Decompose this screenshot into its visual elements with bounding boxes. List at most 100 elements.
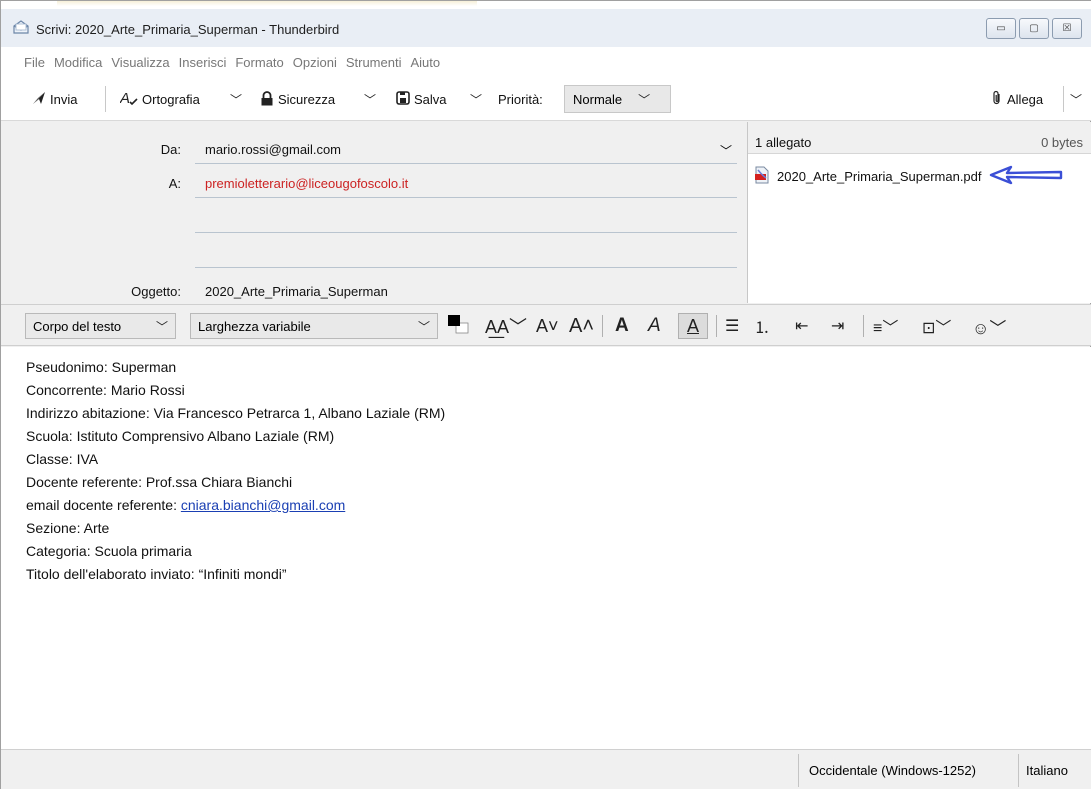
align-icon: ≡﹀ (873, 320, 899, 337)
subject-input[interactable]: 2020_Arte_Primaria_Superman (205, 284, 388, 299)
outdent-button[interactable]: ⇤ (795, 313, 808, 339)
priority-select[interactable]: Normale ﹀ (564, 85, 671, 113)
toolbar-divider (1063, 86, 1064, 112)
security-dropdown[interactable]: ﹀ (364, 88, 376, 110)
attachment-pane: 1 allegato 0 bytes 2020_Arte_Primaria_Su… (747, 122, 1091, 303)
bullet-list-icon: ☰ (725, 318, 740, 335)
bold-button[interactable]: A (615, 313, 629, 339)
underline-button[interactable]: A (678, 313, 708, 339)
empty-recipient-field[interactable] (195, 232, 737, 233)
save-dropdown[interactable]: ﹀ (470, 88, 482, 110)
chevron-down-icon: ﹀ (364, 92, 377, 107)
priority-label: Priorità: (498, 91, 543, 107)
menu-formato[interactable]: Formato (235, 55, 283, 70)
menu-inserisci[interactable]: Inserisci (179, 55, 227, 70)
body-line: Titolo dell'elaborato inviato: “Infiniti… (26, 566, 287, 582)
text-color-button[interactable] (447, 313, 469, 339)
outdent-icon: ⇤ (795, 318, 809, 335)
larger-text-button[interactable]: A˄ (569, 313, 594, 339)
menu-modifica[interactable]: Modifica (54, 55, 102, 70)
email-link[interactable]: cniara.bianchi@gmail.com (181, 497, 345, 513)
italic-button[interactable]: A (648, 313, 661, 339)
send-icon (32, 91, 46, 107)
attachment-count: 1 allegato (755, 135, 812, 150)
pdf-icon (754, 166, 770, 187)
attachment-filename: 2020_Arte_Primaria_Superman.pdf (777, 169, 982, 184)
spelling-label: Ortografia (142, 91, 200, 107)
menu-file[interactable]: File (24, 55, 45, 70)
attach-dropdown[interactable]: ﹀ (1070, 88, 1082, 110)
menu-visualizza[interactable]: Visualizza (111, 55, 169, 70)
language-status[interactable]: Italiano (1026, 763, 1068, 778)
email-label: email docente referente: (26, 497, 181, 513)
paperclip-icon (991, 90, 1003, 108)
underline-icon: A (686, 315, 699, 336)
format-toolbar: Corpo del testo ﹀ Larghezza variabile ﹀ … (1, 304, 1091, 346)
body-line-email: email docente referente: cniara.bianchi@… (26, 497, 345, 513)
message-body[interactable]: Pseudonimo: Superman Concorrente: Mario … (1, 347, 1091, 749)
format-divider (716, 315, 717, 337)
body-line: Sezione: Arte (26, 520, 110, 536)
align-button[interactable]: ≡﹀ (873, 313, 898, 339)
status-bar: Occidentale (Windows-1252) Italiano (1, 749, 1091, 789)
body-line: Indirizzo abitazione: Via Francesco Petr… (26, 405, 446, 421)
to-recipient[interactable]: premioletterario@liceougofoscolo.it (205, 176, 408, 191)
indent-button[interactable]: ⇥ (831, 313, 844, 339)
window-controls: ▭ ▢ ☒ (986, 18, 1082, 39)
chevron-down-icon: ﹀ (417, 319, 430, 334)
smaller-text-button[interactable]: A˅ (536, 313, 559, 339)
font-size-button[interactable]: A͟A﹀ (485, 313, 527, 339)
larger-text-icon: A˄ (569, 314, 595, 337)
maximize-button[interactable]: ▢ (1019, 18, 1049, 39)
body-line: Pseudonimo: Superman (26, 359, 177, 375)
font-size-icon: A͟A﹀ (485, 317, 528, 337)
indent-icon: ⇥ (831, 318, 845, 335)
numbered-list-button[interactable]: ⒈ (754, 313, 770, 339)
attach-label: Allega (1007, 91, 1044, 107)
bullet-list-button[interactable]: ☰ (725, 313, 739, 339)
security-button[interactable]: Sicurezza (260, 88, 335, 110)
toolbar-divider (105, 86, 106, 112)
chevron-down-icon: ﹀ (1070, 92, 1083, 107)
field-underline (195, 163, 737, 164)
chevron-down-icon[interactable]: ﹀ (720, 142, 732, 159)
menu-aiuto[interactable]: Aiuto (410, 55, 440, 70)
close-button[interactable]: ☒ (1052, 18, 1082, 39)
font-value: Larghezza variabile (198, 318, 311, 334)
paragraph-style-value: Corpo del testo (33, 318, 122, 334)
attachment-item[interactable]: 2020_Arte_Primaria_Superman.pdf (754, 165, 1063, 188)
chevron-down-icon: ﹀ (155, 319, 168, 334)
send-button[interactable]: Invia (32, 88, 77, 110)
menu-opzioni[interactable]: Opzioni (293, 55, 337, 70)
status-divider (798, 754, 799, 787)
bold-icon: A (615, 315, 629, 336)
attach-button[interactable]: Allega (991, 88, 1043, 110)
compose-toolbar: Invia A Ortografia ﹀ Sicurezza ﹀ Salva ﹀… (1, 77, 1091, 121)
spelling-icon: A (119, 90, 138, 108)
window-title: Scrivi: 2020_Arte_Primaria_Superman - Th… (36, 22, 340, 37)
paragraph-style-select[interactable]: Corpo del testo ﹀ (25, 313, 176, 339)
insert-button[interactable]: ⊡﹀ (922, 313, 951, 339)
address-header: Da: mario.rossi@gmail.com ﹀ A: premiolet… (1, 122, 746, 303)
body-line: Classe: IVA (26, 451, 99, 467)
title-bar: Scrivi: 2020_Arte_Primaria_Superman - Th… (1, 9, 1091, 47)
subject-label: Oggetto: (131, 284, 181, 299)
chevron-down-icon: ﹀ (470, 92, 483, 107)
encoding-status[interactable]: Occidentale (Windows-1252) (809, 763, 976, 778)
numbered-list-icon: ⒈ (754, 320, 771, 337)
empty-recipient-field[interactable] (195, 267, 737, 268)
spelling-dropdown[interactable]: ﹀ (230, 88, 242, 110)
save-button[interactable]: Salva (396, 88, 447, 110)
emoji-button[interactable]: ☺﹀ (972, 313, 1006, 339)
compose-icon (12, 19, 30, 35)
font-select[interactable]: Larghezza variabile ﹀ (190, 313, 438, 339)
field-underline (195, 197, 737, 198)
chevron-down-icon: ﹀ (230, 92, 243, 107)
minimize-button[interactable]: ▭ (986, 18, 1016, 39)
save-label: Salva (414, 91, 447, 107)
menu-strumenti[interactable]: Strumenti (346, 55, 402, 70)
attachment-header: 1 allegato 0 bytes (748, 122, 1091, 154)
spelling-button[interactable]: A Ortografia (119, 88, 200, 110)
from-select[interactable]: mario.rossi@gmail.com (205, 142, 341, 157)
smiley-icon: ☺﹀ (972, 318, 1007, 338)
